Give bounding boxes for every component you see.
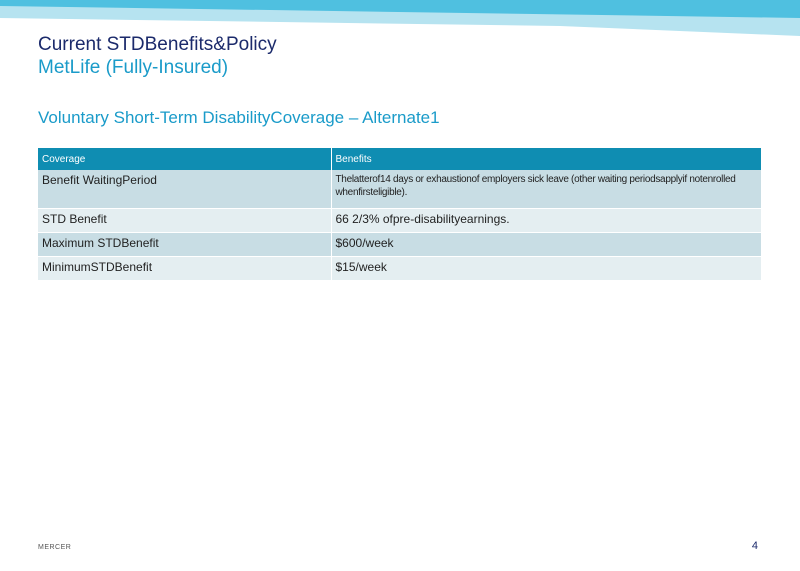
benefits-cell: Thelatterof14 days or exhaustionof emplo…: [331, 170, 761, 209]
page-number: 4: [751, 540, 758, 552]
carrier-subtitle: MetLife (Fully-Insured): [38, 57, 229, 78]
coverage-cell: STD Benefit: [38, 208, 332, 233]
slide-title: Current STDBenefits&Policy: [38, 34, 277, 55]
table-row: Benefit WaitingPeriod Thelatterof14 days…: [38, 170, 761, 209]
section-heading: Voluntary Short-Term DisabilityCoverage …: [38, 108, 440, 127]
coverage-cell: Benefit WaitingPeriod: [38, 170, 332, 209]
table-row: MinimumSTDBenefit $15/week: [38, 256, 761, 281]
table-row: STD Benefit 66 2/3% ofpre-disabilityearn…: [38, 208, 761, 233]
benefits-cell: 66 2/3% ofpre-disabilityearnings.: [331, 208, 761, 233]
table-header-row: Coverage Benefits: [38, 148, 761, 170]
coverage-table: Coverage Benefits Benefit WaitingPeriod …: [38, 148, 761, 281]
table-row: Maximum STDBenefit $600/week: [38, 232, 761, 257]
coverage-cell: MinimumSTDBenefit: [38, 256, 332, 281]
footer-brand-mercer: MERCER: [38, 544, 72, 551]
coverage-cell: Maximum STDBenefit: [38, 232, 332, 257]
benefits-cell: $15/week: [331, 256, 761, 281]
column-header-benefits: Benefits: [331, 148, 761, 170]
column-header-coverage: Coverage: [38, 148, 332, 170]
benefits-cell: $600/week: [331, 232, 761, 257]
